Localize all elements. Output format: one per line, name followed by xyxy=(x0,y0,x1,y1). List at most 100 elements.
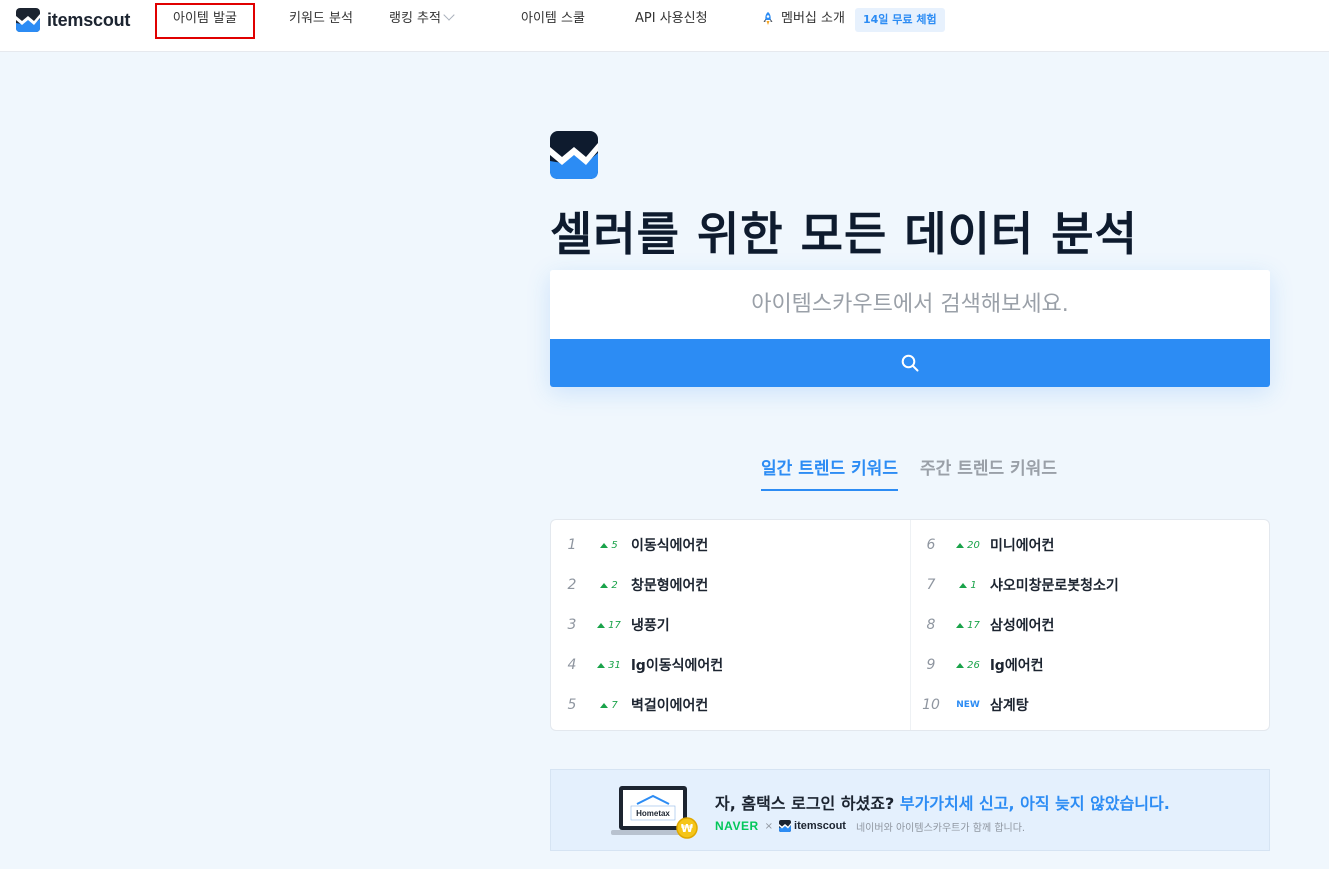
banner-headline-accent: 부가가치세 신고, 아직 늦지 않았습니다. xyxy=(899,794,1170,813)
banner-partners: NAVER × itemscout 네이버와 아이템스카우트가 함께 합니다. xyxy=(715,818,1025,834)
nav-item-label: API 사용신청 xyxy=(635,11,708,26)
rank-change-value: 7 xyxy=(611,699,618,711)
search-input[interactable] xyxy=(550,270,1270,339)
keyword-row[interactable]: 5 7 벽걸이에어컨 xyxy=(557,693,709,717)
rank-change-value: 1 xyxy=(970,579,977,591)
keyword-row[interactable]: 2 2 창문형에어컨 xyxy=(557,573,709,597)
keyword-rank: 10 xyxy=(922,697,940,713)
itemscout-logo-icon xyxy=(16,8,40,32)
trial-badge[interactable]: 14일 무료 체험 xyxy=(855,8,945,32)
itemscout-logo-icon xyxy=(779,820,792,832)
keyword-row[interactable]: 6 20 미니에어컨 xyxy=(916,533,1055,557)
keyword-row[interactable]: 8 17 삼성에어컨 xyxy=(916,613,1055,637)
trend-keyword-list: 1 5 이동식에어컨 2 2 창문형에어컨 3 17 냉풍기 4 31 lg이동… xyxy=(550,519,1270,731)
nav-item-ranking[interactable]: 랭킹 추적 xyxy=(389,8,455,30)
banner-headline: 자, 홈택스 로그인 하셨죠? 부가가치세 신고, 아직 늦지 않았습니다. xyxy=(715,790,1170,814)
keyword-rank: 4 xyxy=(567,657,577,673)
rank-up-icon xyxy=(959,582,968,588)
brand-name: itemscout xyxy=(47,9,131,30)
rank-change-value: 2 xyxy=(611,579,618,591)
nav-item-discover[interactable]: 아이템 발굴 xyxy=(155,3,255,39)
column-divider xyxy=(910,520,911,730)
nav-item-label: 아이템 스쿨 xyxy=(521,11,585,26)
nav-item-api[interactable]: API 사용신청 xyxy=(635,8,708,30)
keyword-name: 창문형에어컨 xyxy=(631,578,709,594)
keyword-rank: 7 xyxy=(926,577,936,593)
keyword-rank: 2 xyxy=(567,577,577,593)
rank-change-value: 17 xyxy=(967,619,980,631)
keyword-row[interactable]: 4 31 lg이동식에어컨 xyxy=(557,653,724,677)
rank-change: 5 xyxy=(587,540,631,551)
keyword-name: 삼성에어컨 xyxy=(990,618,1055,634)
rank-up-icon xyxy=(600,542,609,548)
chevron-down-icon xyxy=(443,9,455,21)
rank-change: 17 xyxy=(587,620,631,631)
rank-change: 20 xyxy=(946,540,990,551)
nav-item-membership[interactable]: 멤버십 소개 xyxy=(760,8,845,30)
itemscout-small-logo: itemscout xyxy=(779,820,846,832)
nav-item-label: 멤버십 소개 xyxy=(781,11,845,26)
keyword-name: 삼계탕 xyxy=(990,698,1029,714)
keyword-row[interactable]: 1 5 이동식에어컨 xyxy=(557,533,709,557)
keyword-row[interactable]: 3 17 냉풍기 xyxy=(557,613,670,637)
rocket-icon xyxy=(763,11,773,25)
keyword-name: 미니에어컨 xyxy=(990,538,1055,554)
keyword-row[interactable]: 9 26 lg에어컨 xyxy=(916,653,1044,677)
rank-up-icon xyxy=(600,582,609,588)
search-button[interactable] xyxy=(550,339,1270,387)
rank-change-value: 26 xyxy=(967,659,980,671)
times-symbol: × xyxy=(764,820,774,832)
nav-item-label: 랭킹 추적 xyxy=(389,11,441,26)
svg-text:₩: ₩ xyxy=(681,822,693,835)
rank-up-icon xyxy=(597,662,606,668)
nav-item-keyword-analysis[interactable]: 키워드 분석 xyxy=(289,8,353,30)
rank-change: 26 xyxy=(946,660,990,671)
rank-change: 2 xyxy=(587,580,631,591)
hometax-promo-banner[interactable]: Hometax ₩ 자, 홈택스 로그인 하셨죠? 부가가치세 신고, 아직 늦… xyxy=(550,769,1270,851)
brand-logo[interactable]: itemscout xyxy=(16,8,130,32)
rank-change-value: 31 xyxy=(608,659,621,671)
hero-title: 셀러를 위한 모든 데이터 분석 xyxy=(550,207,1138,261)
rank-up-icon xyxy=(956,542,965,548)
keyword-row[interactable]: 10 NEW 삼계탕 xyxy=(916,693,1029,717)
keyword-rank: 6 xyxy=(926,537,936,553)
rank-up-icon xyxy=(600,702,609,708)
keyword-rank: 3 xyxy=(567,617,577,633)
rank-change-value: 17 xyxy=(608,619,621,631)
rank-change: 1 xyxy=(946,580,990,591)
nav-item-label: 아이템 발굴 xyxy=(173,11,237,26)
rank-change: 31 xyxy=(587,660,631,671)
rank-new-badge: NEW xyxy=(956,700,980,710)
rank-change: 7 xyxy=(587,700,631,711)
banner-headline-main: 자, 홈택스 로그인 하셨죠? xyxy=(715,794,900,813)
naver-logo: NAVER xyxy=(715,819,759,833)
rank-change-value: 5 xyxy=(611,539,618,551)
banner-note: 네이버와 아이템스카우트가 함께 합니다. xyxy=(855,822,1026,834)
keyword-rank: 5 xyxy=(567,697,577,713)
nav-item-label: 키워드 분석 xyxy=(289,11,353,26)
search-icon xyxy=(901,354,919,372)
rank-up-icon xyxy=(956,622,965,628)
hero-logo-icon xyxy=(550,131,598,179)
laptop-hometax-illustration: Hometax ₩ xyxy=(611,786,698,839)
keyword-name: 냉풍기 xyxy=(631,618,670,634)
tab-daily-trend[interactable]: 일간 트렌드 키워드 xyxy=(761,454,898,491)
keyword-rank: 1 xyxy=(567,537,577,553)
keyword-name: 이동식에어컨 xyxy=(631,538,709,554)
hometax-art-text: Hometax xyxy=(636,809,670,818)
keyword-name: 벽걸이에어컨 xyxy=(631,698,709,714)
keyword-name: 샤오미창문로봇청소기 xyxy=(990,578,1119,594)
rank-change: 17 xyxy=(946,620,990,631)
keyword-rank: 8 xyxy=(926,617,936,633)
tab-weekly-trend[interactable]: 주간 트렌드 키워드 xyxy=(920,454,1057,479)
rank-change-value: 20 xyxy=(967,539,980,551)
keyword-name: lg에어컨 xyxy=(990,658,1044,674)
keyword-row[interactable]: 7 1 샤오미창문로봇청소기 xyxy=(916,573,1119,597)
nav-item-school[interactable]: 아이템 스쿨 xyxy=(521,8,585,30)
top-nav: itemscout 아이템 발굴 키워드 분석 랭킹 추적 아이템 스쿨 API… xyxy=(0,0,1329,52)
partner-name: itemscout xyxy=(794,820,846,832)
search-box xyxy=(550,270,1270,387)
keyword-name: lg이동식에어컨 xyxy=(631,658,724,674)
rank-up-icon xyxy=(956,662,965,668)
rank-up-icon xyxy=(597,622,606,628)
